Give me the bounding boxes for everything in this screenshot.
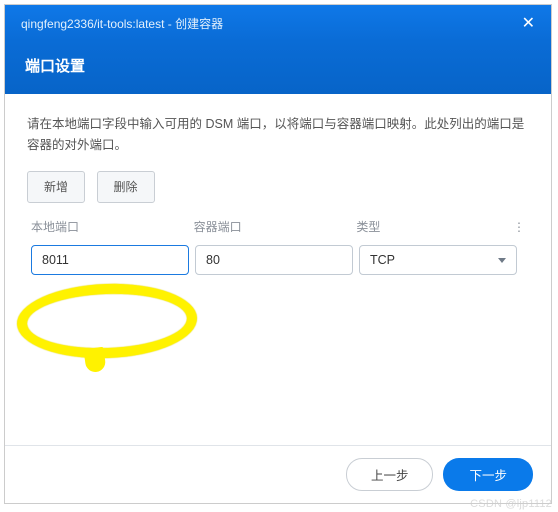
col-header-more-icon[interactable]: ⋮ (513, 217, 525, 237)
col-header-type: 类型 (356, 217, 513, 237)
prev-button[interactable]: 上一步 (346, 458, 434, 491)
type-select[interactable]: TCP (359, 245, 517, 275)
description-text: 请在本地端口字段中输入可用的 DSM 端口，以将端口与容器端口映射。此处列出的端… (27, 114, 529, 157)
delete-button[interactable]: 删除 (97, 171, 155, 203)
grid-header: 本地端口 容器端口 类型 ⋮ (27, 217, 529, 237)
table-row: TCP (27, 245, 529, 275)
col-header-local: 本地端口 (31, 217, 188, 237)
toolbar: 新增 删除 (27, 171, 529, 203)
dialog-footer: 上一步 下一步 (5, 445, 551, 503)
annotation-highlight-tail (83, 347, 106, 374)
container-port-input[interactable] (195, 245, 353, 275)
section-title: 端口设置 (5, 41, 551, 94)
dialog-title: qingfeng2336/it-tools:latest - 创建容器 (21, 15, 223, 32)
dialog-header: qingfeng2336/it-tools:latest - 创建容器 ✕ (5, 5, 551, 41)
create-container-dialog: qingfeng2336/it-tools:latest - 创建容器 ✕ 端口… (4, 4, 552, 504)
watermark-text: CSDN @ljp1112 (470, 498, 552, 510)
close-icon[interactable]: ✕ (522, 13, 535, 33)
local-port-input[interactable] (31, 245, 189, 275)
col-header-container: 容器端口 (194, 217, 351, 237)
chevron-down-icon (498, 258, 506, 263)
add-button[interactable]: 新增 (27, 171, 85, 203)
annotation-highlight (16, 281, 198, 361)
next-button[interactable]: 下一步 (443, 458, 533, 491)
dialog-content: 请在本地端口字段中输入可用的 DSM 端口，以将端口与容器端口映射。此处列出的端… (5, 94, 551, 445)
type-select-value: TCP (370, 250, 395, 271)
